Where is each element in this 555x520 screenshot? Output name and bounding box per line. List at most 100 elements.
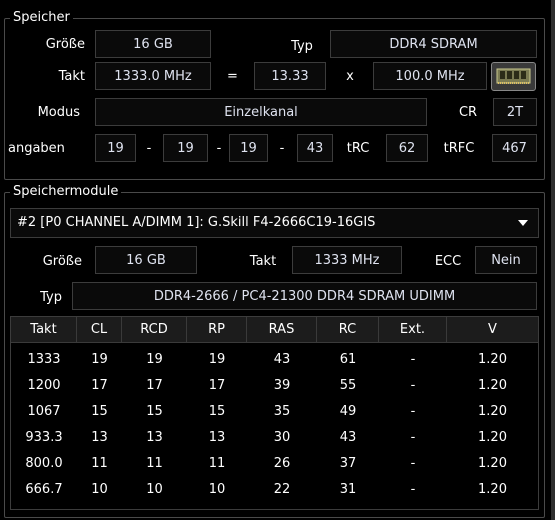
cell-cl: 10: [91, 482, 108, 497]
module-select-dropdown[interactable]: #2 [P0 CHANNEL A/DIMM 1]: G.Skill F4-266…: [10, 208, 539, 238]
speicher-trfc-value: 467: [492, 134, 537, 162]
cell-rcd: 13: [146, 430, 163, 445]
column-header-rcd: RCD: [122, 317, 187, 342]
cell-rcd: 10: [146, 482, 163, 497]
speicher-timing-ras: 43: [297, 134, 333, 162]
cell-voltage: 1.20: [478, 482, 507, 497]
speicher-takt-label: Takt: [58, 69, 85, 84]
cell-rcd: 17: [146, 378, 163, 393]
module-ecc-value: Nein: [475, 246, 537, 274]
cell-ras: 30: [273, 430, 291, 445]
cell-rcd: 15: [146, 404, 163, 419]
column-header-rc: RC: [317, 317, 379, 342]
cell-rp: 15: [208, 404, 226, 419]
speicher-timing-rcd: 19: [163, 134, 208, 162]
cell-rc: 31: [339, 482, 357, 497]
table-header: Takt CL RCD RP RAS RC Ext. V: [11, 317, 538, 343]
speicher-typ-label: Typ: [291, 39, 313, 54]
cell-ras: 39: [273, 378, 291, 393]
module-groesse-label: Größe: [42, 254, 82, 269]
module-typ-label: Typ: [40, 290, 62, 305]
speicher-cr-value: 2T: [493, 98, 537, 126]
vertical-scrollbar[interactable]: [551, 0, 555, 520]
cell-voltage: 1.20: [478, 378, 507, 393]
speichermodule-group-title: Speichermodule: [10, 185, 122, 199]
cell-rc: 61: [339, 352, 357, 367]
table-row: 1333 19 19 19 43 61 - 1.20: [11, 347, 538, 373]
speicher-trfc-label: tRFC: [443, 141, 475, 156]
timing-dash-3: -: [279, 141, 285, 156]
module-takt-value: 1333 MHz: [292, 246, 402, 274]
cell-takt: 800.0: [25, 456, 63, 471]
column-header-rp: RP: [187, 317, 247, 342]
speicher-trc-value: 62: [386, 134, 428, 162]
cell-cl: 17: [91, 378, 108, 393]
cell-rcd: 19: [146, 352, 163, 367]
cell-takt: 933.3: [25, 430, 63, 445]
cell-voltage: 1.20: [478, 352, 507, 367]
speicher-multiplier-value: 13.33: [254, 62, 326, 90]
table-row: 1200 17 17 17 39 55 - 1.20: [11, 373, 538, 399]
cell-ext: -: [410, 482, 416, 497]
cell-rc: 43: [339, 430, 357, 445]
module-typ-value: DDR4-2666 / PC4-21300 DDR4 SDRAM UDIMM: [72, 282, 537, 310]
ram-module-icon: [491, 62, 536, 91]
cell-rc: 49: [339, 404, 357, 419]
cell-ext: -: [410, 378, 416, 393]
speicher-timing-cl: 19: [95, 134, 136, 162]
speicher-trc-label: tRC: [346, 141, 370, 156]
cell-takt: 1200: [27, 378, 61, 393]
speicher-base-clock-value: 100.0 MHz: [373, 62, 487, 90]
cell-ext: -: [410, 352, 416, 367]
speicher-modus-value: Einzelkanal: [95, 98, 427, 126]
column-header-ext: Ext.: [379, 317, 447, 342]
module-ecc-label: ECC: [434, 254, 462, 269]
cell-cl: 19: [91, 352, 108, 367]
column-header-ras: RAS: [247, 317, 317, 342]
speicher-equals-sign: =: [227, 69, 238, 84]
speicher-group-title: Speicher: [10, 11, 73, 25]
cell-voltage: 1.20: [478, 430, 507, 445]
cell-ras: 22: [273, 482, 291, 497]
cell-voltage: 1.20: [478, 456, 507, 471]
column-header-v: V: [488, 322, 497, 337]
cell-rp: 17: [208, 378, 226, 393]
cell-ext: -: [410, 456, 416, 471]
cell-ras: 43: [273, 352, 291, 367]
cell-rcd: 11: [146, 456, 163, 471]
speicher-modus-label: Modus: [37, 105, 80, 120]
table-row: 666.7 10 10 10 22 31 - 1.20: [11, 477, 538, 503]
cell-rc: 55: [339, 378, 357, 393]
speicher-timing-rp: 19: [229, 134, 268, 162]
cell-cl: 11: [91, 456, 108, 471]
cell-voltage: 1.20: [478, 404, 507, 419]
speicher-takt-value: 1333.0 MHz: [95, 62, 211, 90]
cell-ras: 35: [273, 404, 291, 419]
speicher-typ-value: DDR4 SDRAM: [330, 30, 537, 58]
speicher-groesse-label: Größe: [45, 37, 85, 52]
spd-timings-table: Takt CL RCD RP RAS RC Ext. V 1333 19 19 …: [10, 316, 539, 510]
table-row: 800.0 11 11 11 26 37 - 1.20: [11, 451, 538, 477]
speicher-cr-label: CR: [458, 105, 478, 120]
speicher-times-sign: x: [346, 69, 354, 84]
cell-takt: 666.7: [25, 482, 63, 497]
module-takt-label: Takt: [249, 254, 277, 269]
cell-cl: 13: [91, 430, 108, 445]
table-row: 1067 15 15 15 35 49 - 1.20: [11, 399, 538, 425]
chevron-down-icon[interactable]: [518, 220, 528, 226]
speicher-timings-label: angaben: [8, 141, 65, 156]
cell-takt: 1067: [27, 404, 61, 419]
module-select-value: #2 [P0 CHANNEL A/DIMM 1]: G.Skill F4-266…: [17, 215, 376, 230]
timing-dash-2: -: [216, 141, 222, 156]
cell-ext: -: [410, 430, 416, 445]
cell-rp: 19: [208, 352, 226, 367]
cell-rp: 13: [208, 430, 226, 445]
cell-rp: 11: [208, 456, 226, 471]
speicher-groesse-value: 16 GB: [95, 30, 211, 58]
cell-ras: 26: [273, 456, 291, 471]
cell-ext: -: [410, 404, 416, 419]
table-row: 933.3 13 13 13 30 43 - 1.20: [11, 425, 538, 451]
cell-cl: 15: [91, 404, 108, 419]
cell-takt: 1333: [27, 352, 61, 367]
module-groesse-value: 16 GB: [95, 246, 197, 274]
